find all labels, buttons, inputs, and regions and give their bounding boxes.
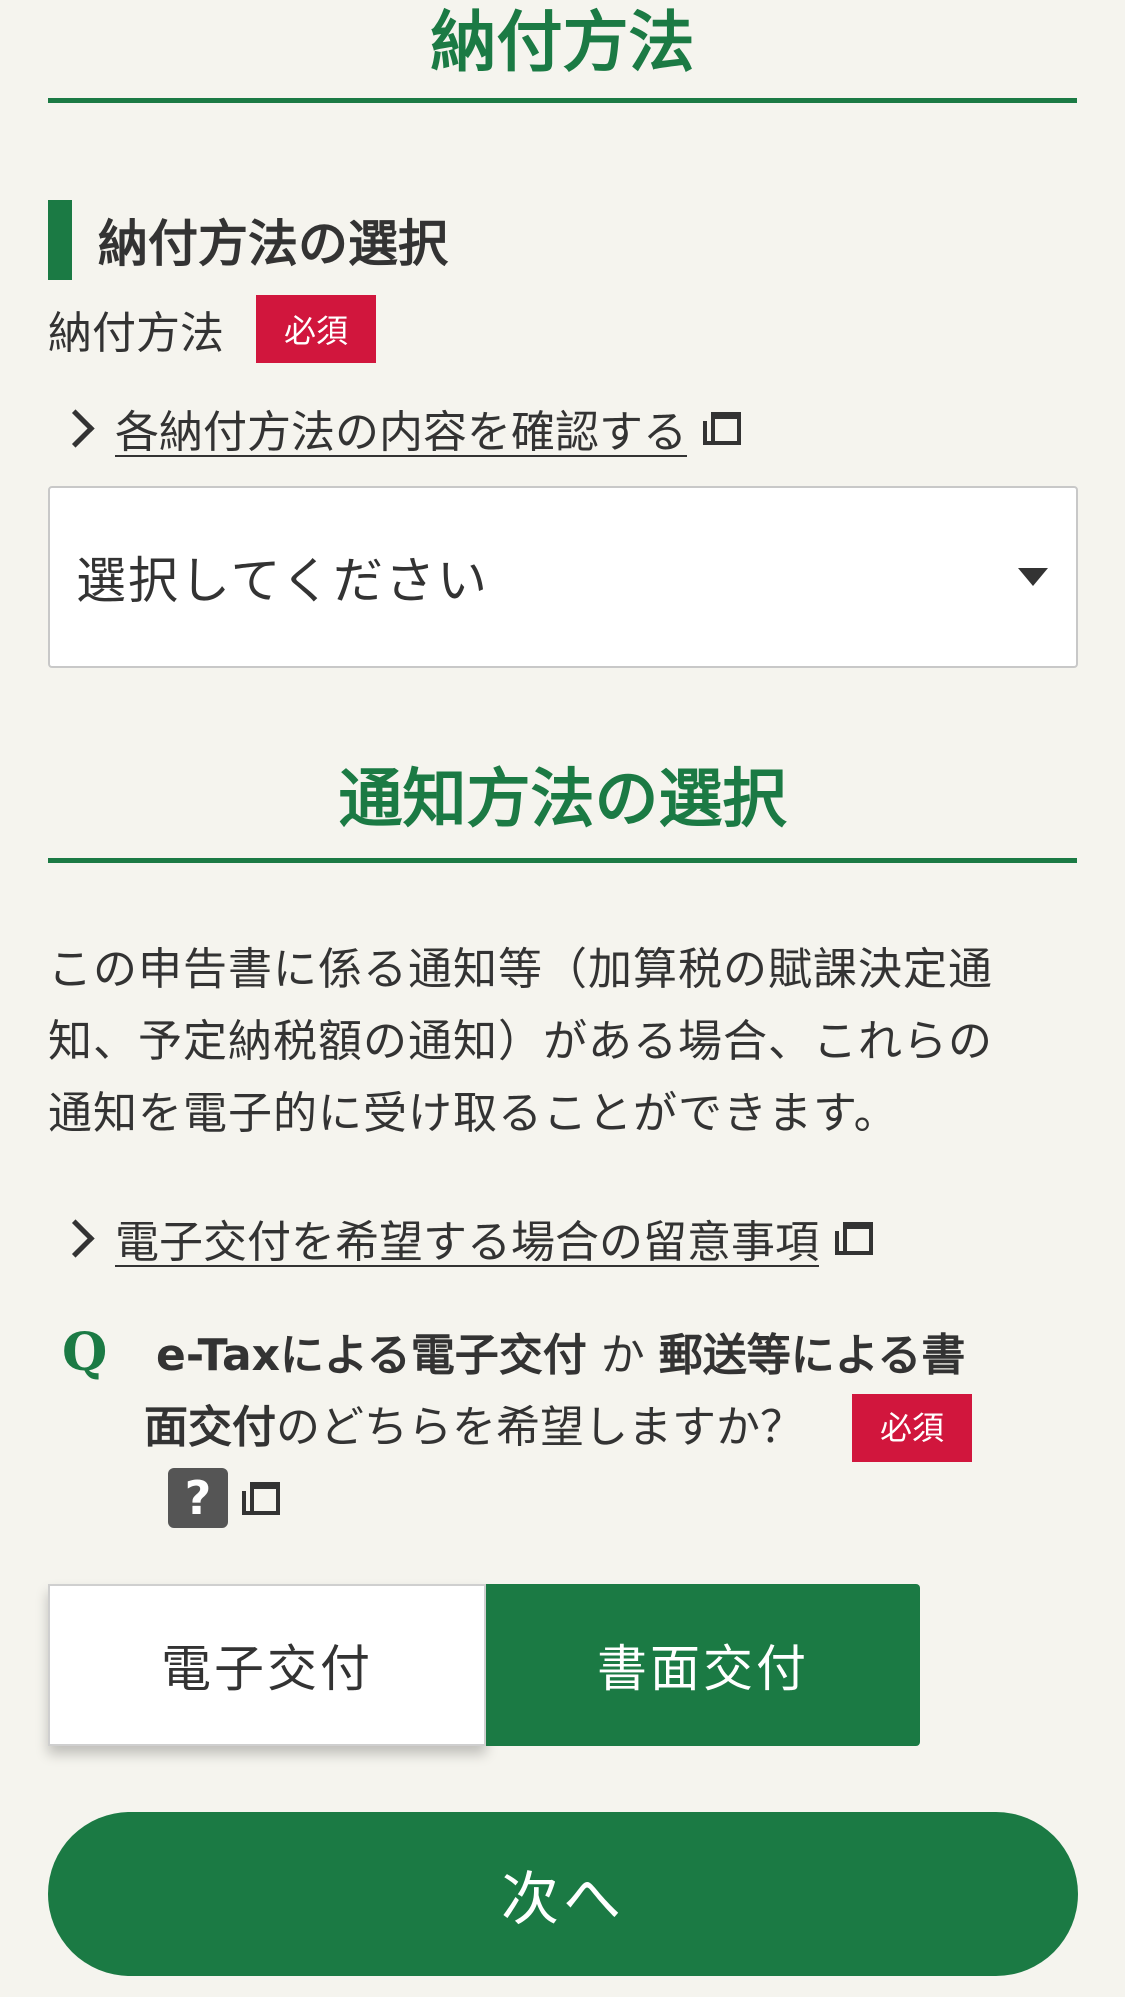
e-delivery-notes-link[interactable]: 電子交付を希望する場合の留意事項 [56,1206,873,1270]
e-delivery-notes-link-text[interactable]: 電子交付を希望する場合の留意事項 [115,1206,819,1270]
payment-info-link[interactable]: 各納付方法の内容を確認する [56,396,741,460]
payment-method-title: 納付方法 [430,4,695,81]
required-badge: 必須 [256,295,376,363]
external-window-icon [703,412,741,445]
select-value: 選択してください [76,552,489,610]
payment-field-label: 納付方法 必須 [48,294,376,364]
subheading-text: 納付方法の選択 [98,215,448,273]
description-line: この申告書に係る通知等（加算税の賦課決定通 [48,944,993,995]
delivery-question: e-Taxによる電子交付 か 郵送等による書 面交付 のどちらを希望しますか？ … [144,1320,1064,1528]
payment-subheading: 納付方法の選択 [48,200,448,280]
notify-title-rule [48,858,1077,863]
payment-info-link-text[interactable]: 各納付方法の内容を確認する [115,396,687,460]
notify-method-title: 通知方法の選択 [338,763,787,837]
question-option-paper-cont: 面交付 [144,1402,276,1453]
subheading-accent-bar [48,200,72,280]
notify-description: この申告書に係る通知等（加算税の賦課決定通 知、予定納税額の通知）がある場合、こ… [48,934,1088,1150]
question-mark: Q [62,1322,108,1383]
description-line: 通知を電子的に受け取ることができます。 [48,1088,899,1139]
payment-title-rule [48,98,1077,103]
dropdown-caret-icon [1018,568,1048,586]
question-option-electronic: e-Taxによる電子交付 [156,1330,587,1381]
question-help-row: ? [144,1468,1064,1528]
payment-method-select[interactable]: 選択してください [48,486,1078,668]
description-line: 知、予定納税額の通知）がある場合、これらの [48,1016,993,1067]
question-line: e-Taxによる電子交付 か 郵送等による書 [144,1320,1064,1392]
option-paper-button[interactable]: 書面交付 [486,1584,920,1746]
chevron-right-icon [56,408,95,448]
help-icon[interactable]: ? [168,1468,228,1528]
delivery-toggle: 電子交付 書面交付 [48,1584,920,1746]
question-option-paper: 郵送等による書 [658,1330,966,1381]
question-connector: か [586,1330,659,1381]
question-line: 面交付 のどちらを希望しますか？ 必須 [144,1392,1064,1464]
field-label-text: 納付方法 [48,308,224,359]
question-rest: のどちらを希望しますか？ [276,1402,804,1453]
option-electronic-button[interactable]: 電子交付 [48,1584,486,1746]
chevron-right-icon [56,1218,95,1258]
external-window-icon [835,1222,873,1255]
next-button[interactable]: 次へ [48,1812,1078,1976]
required-badge: 必須 [852,1394,972,1462]
external-window-icon [242,1482,280,1515]
